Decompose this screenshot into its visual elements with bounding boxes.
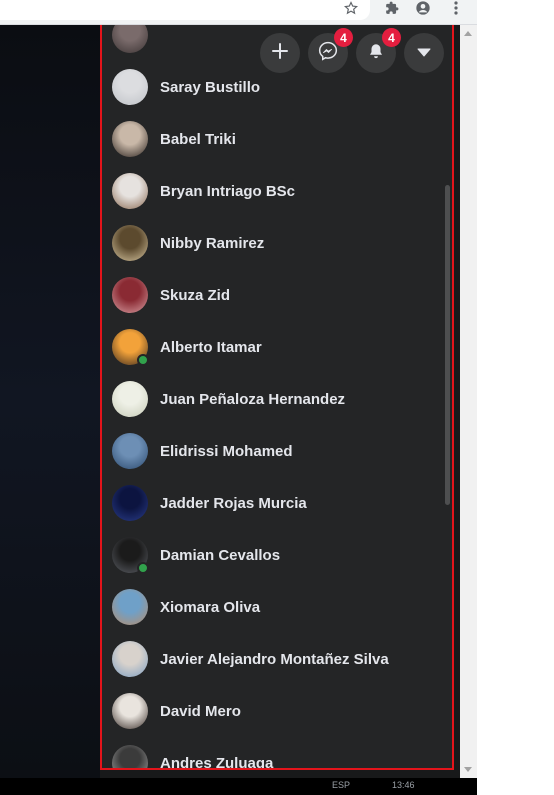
window-scrollbar[interactable] bbox=[460, 25, 477, 778]
contact-name: Andres Zuluaga bbox=[160, 754, 274, 770]
avatar bbox=[112, 589, 148, 625]
contact-item[interactable]: Andres Zuluaga bbox=[102, 737, 442, 770]
avatar bbox=[112, 693, 148, 729]
contact-item[interactable]: David Mero bbox=[102, 685, 442, 737]
contact-item[interactable]: Babel Triki bbox=[102, 113, 442, 165]
contact-name: David Mero bbox=[160, 702, 241, 720]
clock[interactable]: 13:46 bbox=[392, 780, 415, 790]
avatar bbox=[112, 433, 148, 469]
contact-item[interactable]: Juan Peñaloza Hernandez bbox=[102, 373, 442, 425]
online-status-indicator bbox=[137, 354, 149, 366]
header-actions: 4 4 bbox=[260, 28, 444, 73]
scroll-down-icon[interactable] bbox=[464, 767, 472, 772]
avatar bbox=[112, 745, 148, 768]
scroll-up-icon[interactable] bbox=[464, 31, 472, 36]
contact-name: Alberto Itamar bbox=[160, 338, 262, 356]
account-button[interactable] bbox=[404, 33, 444, 73]
contact-item[interactable]: Nibby Ramirez bbox=[102, 217, 442, 269]
contact-item[interactable]: Bryan Intriago BSc bbox=[102, 165, 442, 217]
contact-list: Saray Bustillo Babel Triki Bryan Intriago … bbox=[102, 25, 442, 770]
contact-name: Javier Alejandro Montañez Silva bbox=[160, 650, 389, 668]
online-status-indicator bbox=[137, 562, 149, 574]
contacts-panel: Saray Bustillo Babel Triki Bryan Intriago … bbox=[100, 25, 454, 770]
contact-item[interactable]: Skuza Zid bbox=[102, 269, 442, 321]
menu-icon[interactable] bbox=[446, 0, 466, 16]
contact-item[interactable]: Elidrissi Mohamed bbox=[102, 425, 442, 477]
address-bar[interactable] bbox=[0, 0, 370, 20]
notifications-badge: 4 bbox=[382, 28, 401, 47]
messenger-badge: 4 bbox=[334, 28, 353, 47]
contact-name: Saray Bustillo bbox=[160, 78, 261, 96]
contact-item[interactable]: Xiomara Oliva bbox=[102, 581, 442, 633]
avatar bbox=[112, 25, 148, 53]
avatar bbox=[112, 173, 148, 209]
avatar bbox=[112, 121, 148, 157]
extensions-icon[interactable] bbox=[382, 0, 402, 16]
plus-icon bbox=[272, 42, 288, 64]
messenger-button[interactable]: 4 bbox=[308, 28, 353, 73]
background-area bbox=[0, 25, 100, 778]
contact-name: Xiomara Oliva bbox=[160, 598, 261, 616]
avatar bbox=[112, 381, 148, 417]
browser-toolbar bbox=[0, 0, 477, 25]
contact-name: Damian Cevallos bbox=[160, 546, 281, 564]
contact-item[interactable]: Alberto Itamar bbox=[102, 321, 442, 373]
contact-name: Babel Triki bbox=[160, 130, 236, 148]
contact-name: Juan Peñaloza Hernandez bbox=[160, 390, 346, 408]
avatar bbox=[112, 485, 148, 521]
profile-icon[interactable] bbox=[413, 0, 433, 16]
contact-item[interactable]: Javier Alejandro Montañez Silva bbox=[102, 633, 442, 685]
star-icon[interactable] bbox=[341, 0, 361, 16]
caret-down-icon bbox=[417, 44, 431, 62]
contact-name: Jadder Rojas Murcia bbox=[160, 494, 307, 512]
contact-name: Skuza Zid bbox=[160, 286, 231, 304]
panel-scroll-thumb[interactable] bbox=[445, 185, 450, 505]
bell-icon bbox=[367, 42, 385, 65]
avatar bbox=[112, 69, 148, 105]
avatar bbox=[112, 329, 149, 366]
panel-scrollbar[interactable] bbox=[444, 25, 452, 768]
notifications-button[interactable]: 4 bbox=[356, 28, 401, 73]
avatar bbox=[112, 277, 148, 313]
page-content: Saray Bustillo Babel Triki Bryan Intriago … bbox=[0, 25, 477, 778]
language-indicator[interactable]: ESP bbox=[332, 780, 350, 790]
contact-item[interactable]: Damian Cevallos bbox=[102, 529, 442, 581]
create-button[interactable] bbox=[260, 33, 300, 73]
contact-item[interactable]: Jadder Rojas Murcia bbox=[102, 477, 442, 529]
contact-name: Elidrissi Mohamed bbox=[160, 442, 293, 460]
avatar bbox=[112, 641, 148, 677]
contact-name: Bryan Intriago BSc bbox=[160, 182, 296, 200]
avatar bbox=[112, 225, 148, 261]
messenger-icon bbox=[318, 41, 338, 66]
contact-name: Nibby Ramirez bbox=[160, 234, 265, 252]
avatar bbox=[112, 537, 149, 574]
taskbar: ESP 13:46 bbox=[0, 778, 477, 795]
